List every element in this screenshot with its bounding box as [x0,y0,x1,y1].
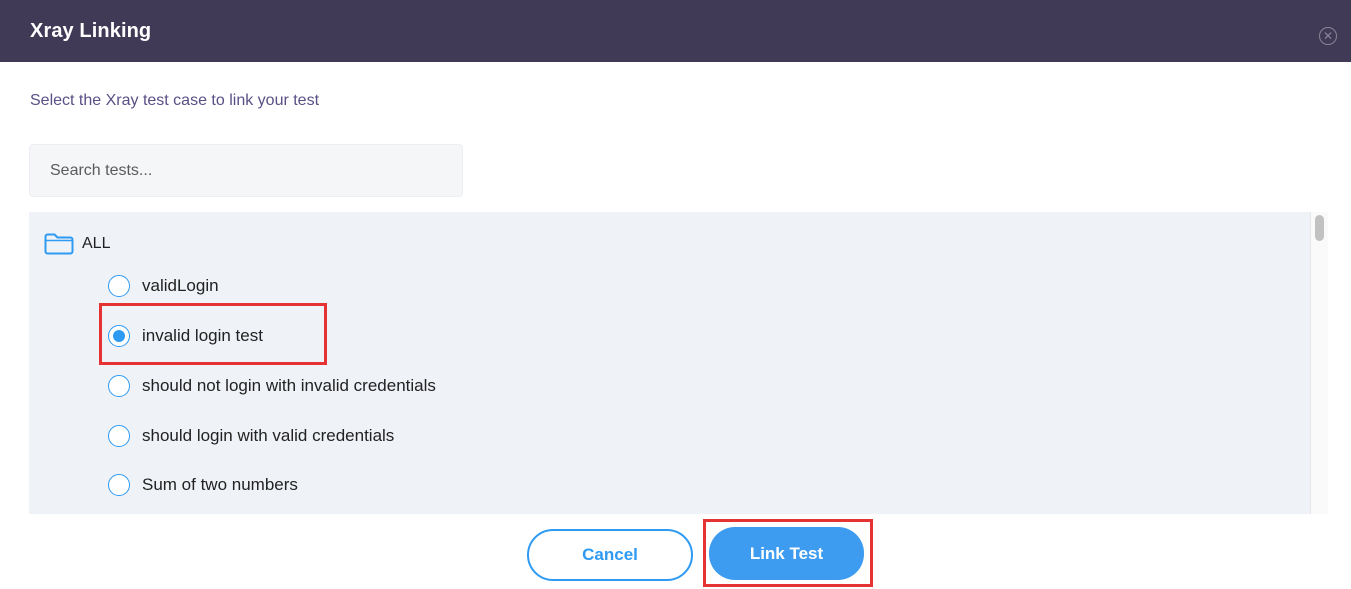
radio-button-selected[interactable] [108,325,130,347]
test-option-label: Sum of two numbers [142,475,298,494]
tree-scrollbar[interactable] [1310,212,1328,514]
search-input[interactable] [29,144,463,197]
test-option-should-login[interactable]: should login with valid credentials [108,423,394,449]
folder-all[interactable]: ALL [44,232,110,256]
test-option-invalid-login-test[interactable]: invalid login test [108,323,263,349]
radio-button[interactable] [108,375,130,397]
scrollbar-thumb[interactable] [1315,215,1324,241]
xray-linking-dialog: Xray Linking ✕ Select the Xray test case… [0,0,1351,589]
test-tree-panel: ALL validLogin invalid login test should… [29,212,1310,514]
radio-button[interactable] [108,425,130,447]
radio-selected-dot [113,330,125,342]
folder-icon [44,233,74,255]
folder-label: ALL [82,235,111,252]
dialog-header: Xray Linking ✕ [0,0,1351,62]
test-option-should-not-login[interactable]: should not login with invalid credential… [108,373,436,399]
close-icon[interactable]: ✕ [1319,27,1337,45]
dialog-title: Xray Linking [30,19,152,42]
test-option-label: validLogin [142,276,219,295]
radio-button[interactable] [108,275,130,297]
instruction-text: Select the Xray test case to link your t… [30,92,320,109]
radio-button[interactable] [108,474,130,496]
link-test-button[interactable]: Link Test [709,527,864,580]
test-option-validlogin[interactable]: validLogin [108,273,219,299]
test-option-sum-of-two-numbers[interactable]: Sum of two numbers [108,472,298,498]
test-option-label: should not login with invalid credential… [142,376,436,395]
test-option-label: invalid login test [142,326,263,345]
test-option-label: should login with valid credentials [142,426,395,445]
cancel-button[interactable]: Cancel [527,529,693,581]
